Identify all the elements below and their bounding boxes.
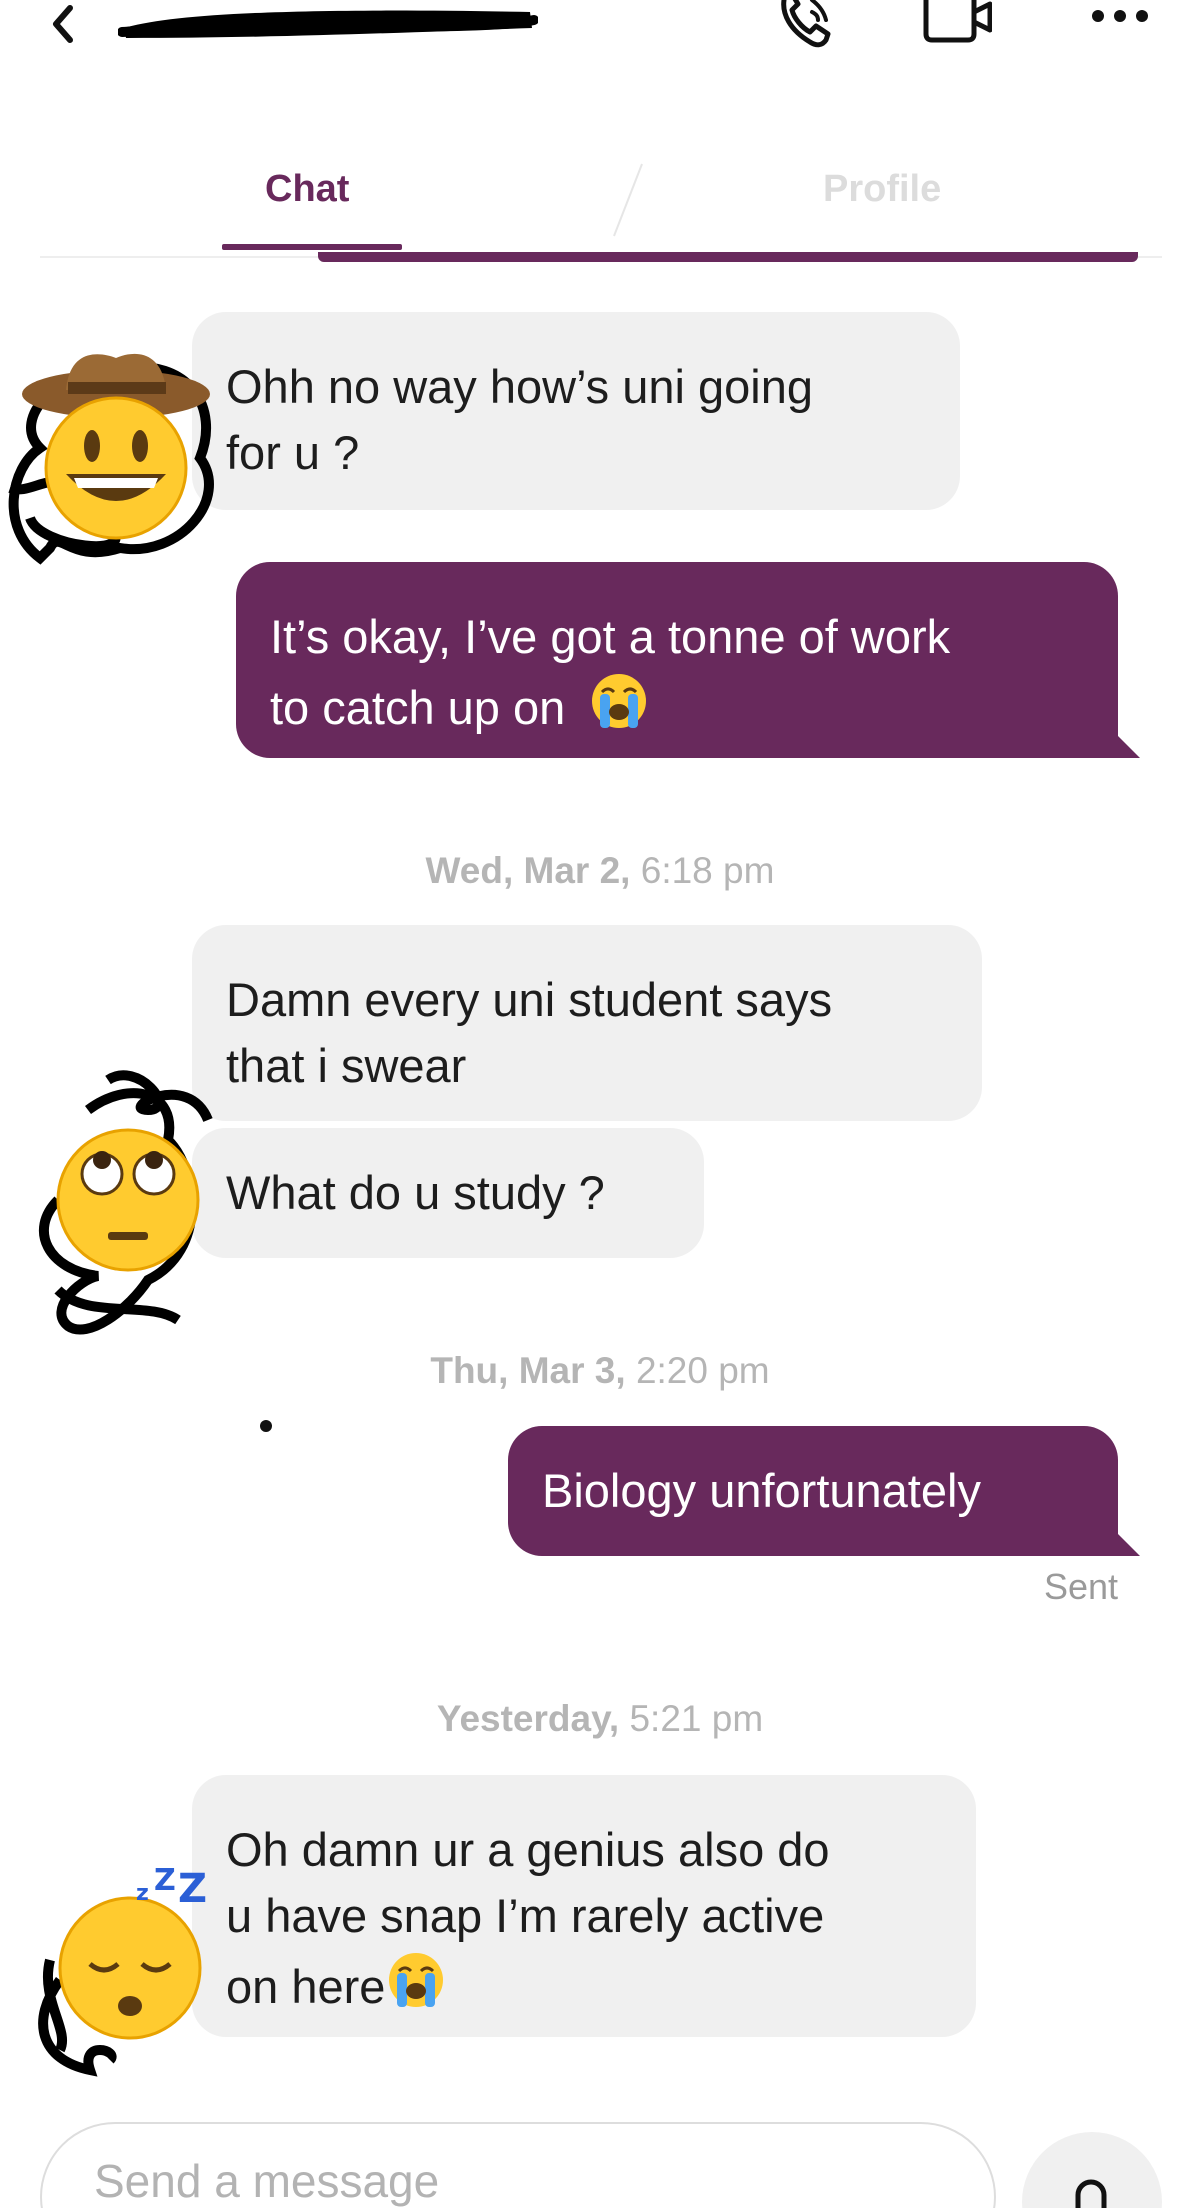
previous-message-edge	[318, 252, 1138, 262]
call-button[interactable]	[770, 0, 840, 50]
bubble-tail	[1110, 1526, 1140, 1556]
message-bubble-incoming[interactable]: Ohh no way how’s uni going for u ?	[192, 312, 960, 510]
message-text: for u ?	[226, 426, 360, 479]
chat-header	[0, 0, 1200, 70]
active-tab-indicator	[222, 244, 402, 250]
date-separator-time: 6:18 pm	[640, 850, 775, 891]
date-separator-day: Thu, Mar 3,	[430, 1350, 626, 1391]
message-text: Ohh no way how’s uni going	[226, 360, 814, 413]
message-bubble-outgoing[interactable]: It’s okay, I’ve got a tonne of work to c…	[236, 562, 1118, 758]
sleeping-face-avatar[interactable]: z Z Z	[30, 1860, 230, 2080]
video-camera-icon	[923, 0, 993, 43]
loudly-crying-face-icon	[389, 1953, 444, 2007]
contact-name[interactable]	[118, 2, 538, 44]
message-bubble-outgoing[interactable]: Biology unfortunately	[508, 1426, 1118, 1556]
message-status: Sent	[1043, 1566, 1118, 1607]
redaction-scribble	[118, 10, 538, 38]
message-line: to catch up on	[270, 670, 1084, 741]
date-separator-day: Wed, Mar 2,	[425, 850, 631, 891]
date-separator-day: Yesterday,	[436, 1698, 620, 1739]
message-text: that i swear	[226, 1039, 467, 1092]
date-separator: Wed, Mar 2, 6:18 pm	[0, 850, 1200, 892]
voice-message-button[interactable]	[1022, 2132, 1162, 2208]
back-button[interactable]	[44, 0, 84, 50]
svg-text:z: z	[136, 1881, 149, 1906]
face-with-rolling-eyes-avatar[interactable]	[28, 1050, 228, 1350]
message-text: What do u study ?	[226, 1166, 605, 1219]
message-bubble-incoming[interactable]: Oh damn ur a genius also do u have snap …	[192, 1775, 976, 2037]
message-input[interactable]	[94, 2154, 894, 2208]
date-separator-time: 5:21 pm	[629, 1698, 764, 1739]
message-bubble-incoming[interactable]: Damn every uni student says that i swear	[192, 925, 982, 1121]
loudly-crying-face-icon	[592, 674, 647, 728]
microphone-icon	[1075, 2179, 1107, 2208]
chevron-left-icon	[53, 5, 73, 43]
message-text: It’s okay, I’ve got a tonne of work	[270, 610, 951, 663]
message-text: on here	[226, 1960, 386, 2013]
date-separator: Thu, Mar 3, 2:20 pm	[0, 1350, 1200, 1392]
message-line: on here	[226, 1949, 942, 2020]
svg-text:Z: Z	[178, 1866, 207, 1912]
bubble-tail	[1110, 728, 1140, 758]
message-text: Biology unfortunately	[542, 1464, 981, 1517]
message-composer	[40, 2122, 996, 2208]
message-text: Oh damn ur a genius also do	[226, 1823, 830, 1876]
stray-dot	[260, 1420, 272, 1432]
message-text: u have snap I’m rarely active	[226, 1889, 825, 1942]
message-text: Damn every uni student says	[226, 973, 833, 1026]
message-text: to catch up on	[270, 681, 566, 734]
svg-text:Z: Z	[154, 1863, 176, 1898]
tab-chat[interactable]: Chat	[265, 168, 349, 211]
tab-divider	[613, 163, 643, 237]
date-separator: Yesterday, 5:21 pm	[0, 1698, 1200, 1740]
message-bubble-incoming[interactable]: What do u study ?	[192, 1128, 704, 1258]
video-call-button[interactable]	[922, 0, 993, 50]
phone-icon	[781, 0, 831, 48]
more-dots-icon	[1092, 10, 1148, 22]
cowboy-hat-face-avatar[interactable]	[0, 328, 240, 568]
tab-bar: Chat Profile	[40, 150, 1162, 258]
date-separator-time: 2:20 pm	[635, 1350, 770, 1391]
more-options-button[interactable]	[1088, 0, 1158, 50]
tab-profile[interactable]: Profile	[823, 168, 941, 211]
